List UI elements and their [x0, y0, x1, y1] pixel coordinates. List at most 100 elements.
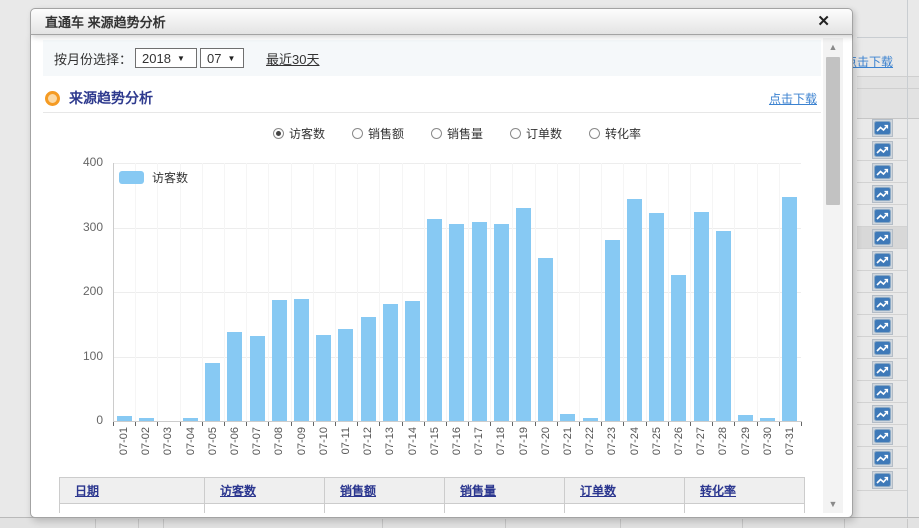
table-cell [205, 504, 325, 513]
line-chart-icon[interactable] [872, 339, 893, 357]
bg-table-row [857, 271, 907, 293]
line-chart-icon[interactable] [872, 295, 893, 313]
bg-table-row [857, 359, 907, 381]
bg-table-row [857, 183, 907, 205]
screen: 点击下载 点击下载 直通车 来源趋势分析 ✕ 按月份选择： 2018 ▼ 07 … [0, 0, 919, 528]
table-header-link[interactable]: 销售额 [340, 484, 376, 498]
line-chart-icon[interactable] [872, 119, 893, 137]
gridline-v [402, 163, 403, 421]
legend-label: 访客数 [152, 169, 188, 186]
gridline-v [734, 163, 735, 421]
gridline-v [268, 163, 269, 421]
bg-table-row [857, 403, 907, 425]
bar [449, 224, 464, 421]
axis-tick [490, 422, 491, 426]
axis-tick [801, 422, 802, 426]
legend-swatch [119, 171, 144, 184]
bg-bottom-row [0, 517, 919, 528]
gridline-v [668, 163, 669, 421]
gridline-v [446, 163, 447, 421]
modal-body: 按月份选择： 2018 ▼ 07 ▼ 最近30天 来源趋势分析 点击下载 访客数… [30, 34, 853, 518]
bar-chart: 010020030040007-0107-0207-0307-0407-0507… [31, 34, 852, 517]
table-cell [325, 504, 445, 513]
bg-column-divider [907, 519, 908, 528]
line-chart-icon[interactable] [872, 229, 893, 247]
modal-scrollbar[interactable]: ▲ ▼ [823, 38, 843, 513]
gridline-v [712, 163, 713, 421]
table-header-link[interactable]: 销售量 [460, 484, 496, 498]
gridline-v [757, 163, 758, 421]
bg-table-row [857, 117, 907, 139]
line-chart-icon[interactable] [872, 163, 893, 181]
line-chart-icon[interactable] [872, 185, 893, 203]
y-axis-label: 100 [63, 349, 103, 363]
line-chart-icon[interactable] [872, 207, 893, 225]
bar [361, 317, 376, 421]
y-axis-label: 400 [63, 155, 103, 169]
gridline-v [512, 163, 513, 421]
bg-table-row [857, 205, 907, 227]
bg-table-header-cell [857, 88, 919, 119]
bg-table-row [857, 315, 907, 337]
gridline-v [224, 163, 225, 421]
axis-tick [113, 422, 114, 426]
bg-table-row [857, 293, 907, 315]
y-axis-label: 0 [63, 413, 103, 427]
gridline-v [535, 163, 536, 421]
line-chart-icon[interactable] [872, 427, 893, 445]
bar [494, 224, 509, 421]
bar [627, 199, 642, 421]
scrollbar-thumb[interactable] [826, 57, 840, 205]
scroll-up-icon[interactable]: ▲ [823, 42, 843, 52]
y-axis-label: 200 [63, 284, 103, 298]
axis-tick [579, 422, 580, 426]
bar [760, 418, 775, 421]
bar [782, 197, 797, 421]
gridline-v [357, 163, 358, 421]
gridline-v [157, 163, 158, 421]
bg-column-divider [138, 519, 139, 528]
axis-tick [668, 422, 669, 426]
table-header-cell: 销售量 [445, 478, 565, 504]
bar [205, 363, 220, 421]
line-chart-icon[interactable] [872, 471, 893, 489]
axis-tick [157, 422, 158, 426]
axis-tick [446, 422, 447, 426]
line-chart-icon[interactable] [872, 449, 893, 467]
axis-tick [757, 422, 758, 426]
bar [250, 336, 265, 421]
table-cell [445, 504, 565, 513]
gridline-v [246, 163, 247, 421]
table-header-link[interactable]: 转化率 [700, 484, 736, 498]
gridline-v [291, 163, 292, 421]
bar [316, 335, 331, 421]
line-chart-icon[interactable] [872, 361, 893, 379]
bar [338, 329, 353, 421]
bg-table-rows [857, 117, 907, 517]
bar [472, 222, 487, 421]
line-chart-icon[interactable] [872, 251, 893, 269]
bar [427, 219, 442, 421]
bg-column-divider [907, 0, 908, 517]
gridline-v [180, 163, 181, 421]
line-chart-icon[interactable] [872, 141, 893, 159]
table-header-cell: 转化率 [685, 478, 805, 504]
axis-tick [779, 422, 780, 426]
line-chart-icon[interactable] [872, 273, 893, 291]
bg-table-row [857, 227, 907, 249]
table-header-link[interactable]: 订单数 [580, 484, 616, 498]
scroll-down-icon[interactable]: ▼ [823, 499, 843, 509]
line-chart-icon[interactable] [872, 383, 893, 401]
line-chart-icon[interactable] [872, 405, 893, 423]
table-header-link[interactable]: 访客数 [220, 484, 256, 498]
gridline-v [779, 163, 780, 421]
axis-tick [291, 422, 292, 426]
table-header-link[interactable]: 日期 [75, 484, 99, 498]
axis-tick [601, 422, 602, 426]
bg-table-row [857, 447, 907, 469]
axis-tick [712, 422, 713, 426]
bg-column-divider [505, 519, 506, 528]
close-icon[interactable]: ✕ [817, 12, 830, 31]
axis-tick [535, 422, 536, 426]
line-chart-icon[interactable] [872, 317, 893, 335]
